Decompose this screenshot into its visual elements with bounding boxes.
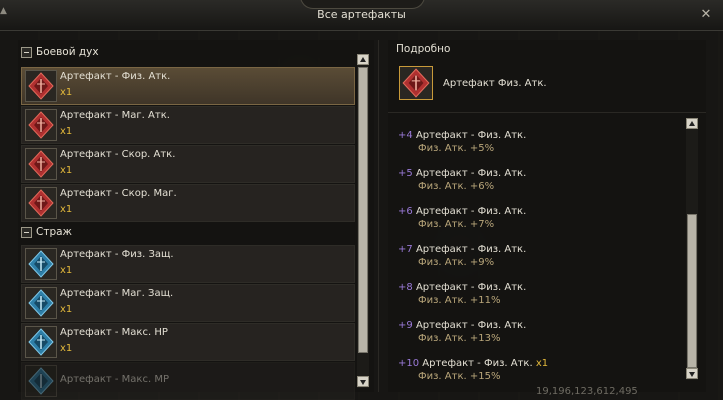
item-name: Артефакт - Макс. MP <box>60 374 169 385</box>
scroll-up-button[interactable] <box>686 118 698 129</box>
list-scrollbar[interactable] <box>357 54 369 388</box>
level-name: Артефакт - Физ. Атк. <box>415 206 527 217</box>
item-quantity: x1 <box>60 304 73 315</box>
item-name: Артефакт - Маг. Атк. <box>60 110 170 121</box>
level-stat: Физ. Атк. +6% <box>418 181 495 192</box>
item-quantity: x1 <box>60 265 73 276</box>
background-counter: 19,196,123,612,495 <box>536 386 638 397</box>
artifacts-window: ▲ Все артефакты ✕ Боевой дух Артефакт - … <box>0 0 723 400</box>
level-plus: +6 <box>398 206 413 217</box>
artifact-list-item[interactable]: Артефакт - Макс. HP x1 <box>21 323 355 361</box>
artifact-list-item[interactable]: Артефакт - Физ. Атк. x1 <box>21 67 355 105</box>
level-name: Артефакт - Физ. Атк. <box>415 130 527 141</box>
group-label: Боевой дух <box>36 46 99 58</box>
level-stat: Физ. Атк. +9% <box>418 257 495 268</box>
item-quantity: x1 <box>60 343 73 354</box>
close-icon[interactable]: ✕ <box>699 8 713 22</box>
artifact-list-item[interactable]: Артефакт - Макс. MP <box>21 362 355 400</box>
red-artifact-icon <box>25 70 57 102</box>
blue-artifact-icon <box>25 365 57 397</box>
collapse-toggle-icon[interactable] <box>21 46 32 58</box>
detail-separator <box>388 112 706 113</box>
item-name: Артефакт - Скор. Маг. <box>60 188 177 199</box>
group-label: Страж <box>36 226 73 238</box>
level-stat: Физ. Атк. +11% <box>418 295 501 306</box>
level-entry: +4 Артефакт - Физ. Атк. Физ. Атк. +5% <box>398 130 688 162</box>
item-quantity: x1 <box>60 87 73 98</box>
level-entry: +6 Артефакт - Физ. Атк. Физ. Атк. +7% <box>398 206 688 238</box>
level-name: Артефакт - Физ. Атк. <box>415 168 527 179</box>
level-plus: +7 <box>398 244 413 255</box>
group-header-guardian[interactable]: Страж <box>21 224 72 240</box>
level-plus: +10 <box>398 358 420 369</box>
level-name: Артефакт - Физ. Атк. <box>422 358 533 369</box>
scroll-up-button[interactable] <box>357 54 369 65</box>
red-artifact-icon <box>25 109 57 141</box>
level-stat: Физ. Атк. +7% <box>418 219 495 230</box>
artifact-list-item[interactable]: Артефакт - Скор. Маг. x1 <box>21 184 355 222</box>
red-artifact-icon <box>399 66 433 100</box>
group-header-battle-spirit[interactable]: Боевой дух <box>21 44 99 60</box>
scroll-thumb[interactable] <box>358 67 368 353</box>
item-name: Артефакт - Маг. Защ. <box>60 288 174 299</box>
item-name: Артефакт - Скор. Атк. <box>60 149 176 160</box>
level-plus: +4 <box>398 130 413 141</box>
artifact-list-item[interactable]: Артефакт - Скор. Атк. x1 <box>21 145 355 183</box>
level-entry: +9 Артефакт - Физ. Атк. Физ. Атк. +13% <box>398 320 688 352</box>
level-name: Артефакт - Физ. Атк. <box>415 244 527 255</box>
level-name: Артефакт - Физ. Атк. <box>415 320 527 331</box>
blue-artifact-icon <box>25 326 57 358</box>
level-entry: +7 Артефакт - Физ. Атк. Физ. Атк. +9% <box>398 244 688 276</box>
panel-divider <box>378 40 379 392</box>
artifact-list-item[interactable]: Артефакт - Маг. Атк. x1 <box>21 106 355 144</box>
detail-scrollbar[interactable] <box>686 118 698 380</box>
detail-header: Артефакт Физ. Атк. <box>388 60 706 110</box>
level-name: Артефакт - Физ. Атк. <box>415 282 527 293</box>
blue-artifact-icon <box>25 287 57 319</box>
scroll-down-button[interactable] <box>686 368 698 379</box>
item-quantity: x1 <box>60 165 73 176</box>
item-name: Артефакт - Физ. Защ. <box>60 249 174 260</box>
level-entry: +8 Артефакт - Физ. Атк. Физ. Атк. +11% <box>398 282 688 314</box>
window-title: Все артефакты <box>317 8 406 21</box>
level-quantity: x1 <box>535 358 549 369</box>
artifact-list-item[interactable]: Артефакт - Физ. Защ. x1 <box>21 245 355 283</box>
item-name: Артефакт - Физ. Атк. <box>60 71 171 82</box>
collapse-toggle-icon[interactable] <box>21 226 32 238</box>
scroll-down-button[interactable] <box>357 376 369 387</box>
level-plus: +9 <box>398 320 413 331</box>
scroll-thumb[interactable] <box>687 214 697 368</box>
item-quantity: x1 <box>60 126 73 137</box>
red-artifact-icon <box>25 148 57 180</box>
artifact-list-panel: Боевой дух Артефакт - Физ. Атк. x1 Артеф… <box>18 40 374 400</box>
level-stat: Физ. Атк. +15% <box>418 371 501 382</box>
level-entry: +5 Артефакт - Физ. Атк. Физ. Атк. +6% <box>398 168 688 200</box>
level-stat: Физ. Атк. +5% <box>418 143 495 154</box>
level-plus: +8 <box>398 282 413 293</box>
red-artifact-icon <box>25 187 57 219</box>
blue-artifact-icon <box>25 248 57 280</box>
level-plus: +5 <box>398 168 413 179</box>
artifact-list-item[interactable]: Артефакт - Маг. Защ. x1 <box>21 284 355 322</box>
selected-artifact-name: Артефакт Физ. Атк. <box>443 78 547 89</box>
detail-title: Подробно <box>396 43 451 55</box>
detail-panel: Подробно Артефакт Физ. Атк. +4 Артефакт … <box>388 40 706 392</box>
title-bar[interactable]: ▲ Все артефакты ✕ <box>0 0 723 31</box>
item-name: Артефакт - Макс. HP <box>60 327 168 338</box>
level-stat: Физ. Атк. +13% <box>418 333 501 344</box>
item-quantity: x1 <box>60 204 73 215</box>
